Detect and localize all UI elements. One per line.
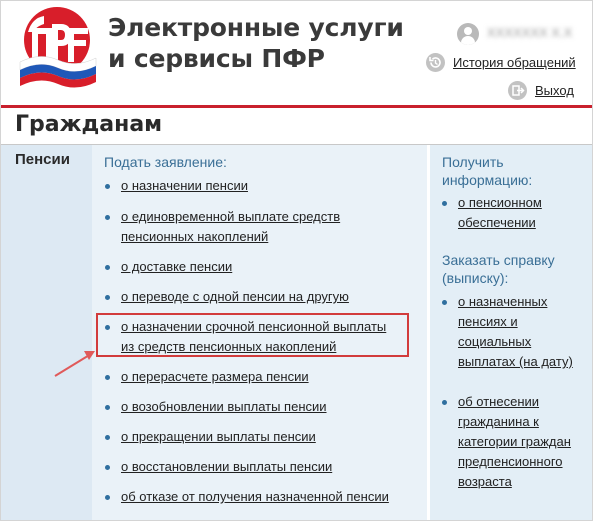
certificate-item-line[interactable]: пенсиях и xyxy=(458,312,588,332)
certificate-item-link[interactable]: о назначенных пенсиях и социальных выпла… xyxy=(458,292,588,372)
highlight-box xyxy=(96,313,409,357)
certificate-heading: Заказать справку (выписку): xyxy=(442,251,582,287)
exit-link[interactable]: Выход xyxy=(535,83,574,98)
header-divider xyxy=(1,105,592,108)
list-item-link[interactable]: о единовременной выплате средств пенсион… xyxy=(121,207,340,247)
certificate-item-line[interactable]: социальных xyxy=(458,332,588,352)
list-item-link[interactable]: о возобновлении выплаты пенсии xyxy=(121,397,327,417)
bullet-icon xyxy=(105,295,110,300)
site-title-line2: и сервисы ПФР xyxy=(108,44,325,73)
list-item-link[interactable]: о переводе с одной пенсии на другую xyxy=(121,287,349,307)
bullet-icon xyxy=(105,405,110,410)
bullet-icon xyxy=(105,215,110,220)
bullet-icon xyxy=(105,184,110,189)
annotation-arrow-icon xyxy=(54,351,95,377)
bullet-icon xyxy=(105,435,110,440)
certificate-item-line[interactable]: предпенсионного xyxy=(458,452,588,472)
user-icon[interactable] xyxy=(457,23,479,45)
certificate-item-line[interactable]: о назначенных xyxy=(458,292,588,312)
list-item-line[interactable]: о единовременной выплате средств xyxy=(121,207,340,227)
category-label: Пенсии xyxy=(15,151,70,168)
exit-icon[interactable] xyxy=(508,81,527,100)
info-item-line[interactable]: обеспечении xyxy=(458,213,588,233)
history-icon[interactable] xyxy=(426,53,445,72)
user-name[interactable]: XXXXXXX X.X. xyxy=(487,25,573,41)
certificate-item-line[interactable]: выплатах (на дату) xyxy=(458,352,588,372)
bullet-icon xyxy=(442,201,447,206)
page-frame: Электронные услуги и сервисы ПФР XXXXXXX… xyxy=(0,0,593,521)
bullet-icon xyxy=(105,265,110,270)
info-heading-line: Получить xyxy=(442,154,504,170)
bullet-icon xyxy=(105,375,110,380)
certificate-heading-line: Заказать справку xyxy=(442,252,555,268)
list-item-link[interactable]: о прекращении выплаты пенсии xyxy=(121,427,316,447)
certificate-heading-line: (выписку): xyxy=(442,270,509,286)
info-item-link[interactable]: о пенсионном обеспечении xyxy=(458,193,588,233)
certificate-item-line[interactable]: гражданина к xyxy=(458,412,588,432)
bullet-icon xyxy=(105,495,110,500)
category-panel xyxy=(1,145,92,520)
site-title: Электронные услуги и сервисы ПФР xyxy=(108,12,404,74)
list-item-link[interactable]: о восстановлении выплаты пенсии xyxy=(121,457,332,477)
pfr-logo-icon[interactable] xyxy=(18,6,98,88)
list-item-link[interactable]: о назначении пенсии xyxy=(121,176,248,196)
page-title: Гражданам xyxy=(15,112,163,137)
list-item-link[interactable]: о перерасчете размера пенсии xyxy=(121,367,309,387)
history-link[interactable]: История обращений xyxy=(453,55,576,70)
bullet-icon xyxy=(442,300,447,305)
info-heading-line: информацию: xyxy=(442,172,533,188)
certificate-item-line[interactable]: об отнесении xyxy=(458,392,588,412)
info-item-line[interactable]: о пенсионном xyxy=(458,193,588,213)
bullet-icon xyxy=(105,465,110,470)
list-item-link[interactable]: об отказе от получения назначенной пенси… xyxy=(121,487,389,507)
certificate-item-link[interactable]: об отнесении гражданина к категории граж… xyxy=(458,392,588,492)
site-title-line1: Электронные услуги xyxy=(108,13,404,42)
list-item-line[interactable]: пенсионных накоплений xyxy=(121,227,340,247)
certificate-item-line[interactable]: возраста xyxy=(458,472,588,492)
certificate-item-line[interactable]: категории граждан xyxy=(458,432,588,452)
bullet-icon xyxy=(442,400,447,405)
list-item-link[interactable]: о доставке пенсии xyxy=(121,257,232,277)
applications-heading: Подать заявление: xyxy=(104,154,227,170)
info-heading: Получить информацию: xyxy=(442,153,582,189)
